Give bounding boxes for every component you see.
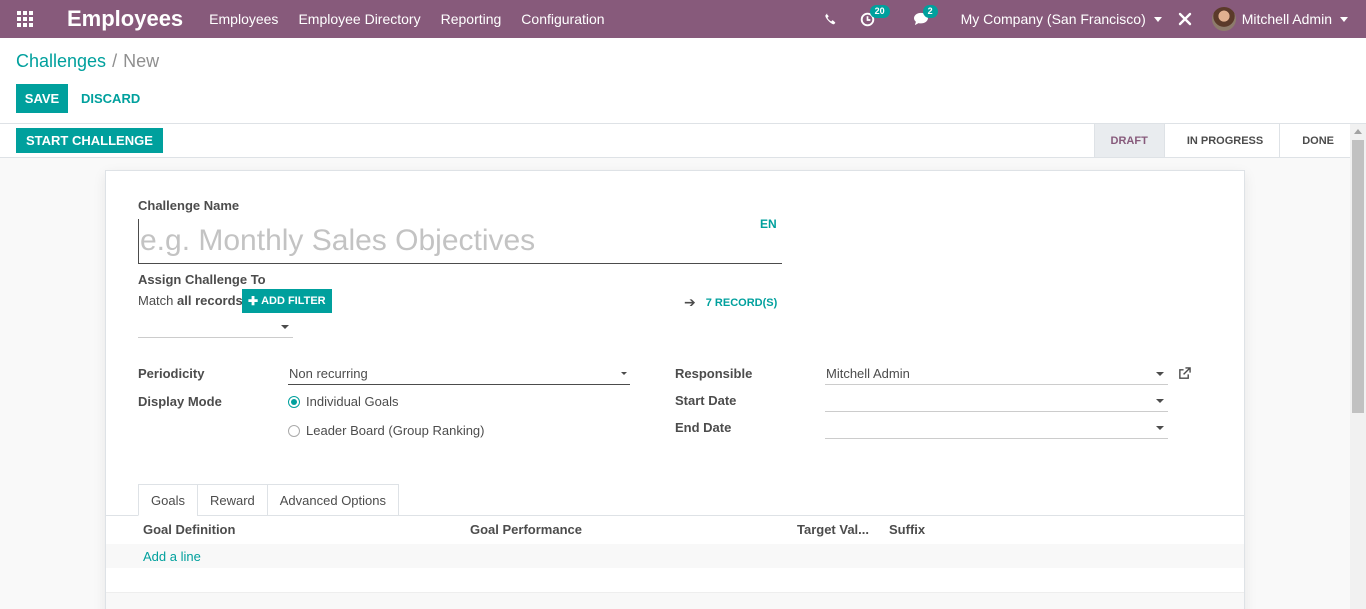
start-date-label: Start Date <box>675 393 737 408</box>
activity-count-badge: 20 <box>869 5 890 18</box>
chat-icon[interactable]: 2 <box>901 0 941 38</box>
domain-editor-select[interactable] <box>138 316 293 338</box>
chevron-down-icon <box>1156 426 1164 430</box>
chevron-down-icon <box>281 325 289 329</box>
table-row <box>106 544 1244 568</box>
breadcrumb-current: New <box>123 51 160 71</box>
match-records-text: Match all records <box>138 293 243 308</box>
add-filter-label: ADD FILTER <box>261 295 326 307</box>
breadcrumb-separator: / <box>112 51 118 71</box>
end-date-field[interactable] <box>825 417 1168 439</box>
add-a-line-link[interactable]: Add a line <box>143 549 201 564</box>
column-goal-definition[interactable]: Goal Definition <box>143 522 235 537</box>
column-target-value[interactable]: Target Val... <box>797 522 869 537</box>
chevron-down-icon <box>1156 399 1164 403</box>
match-prefix: Match <box>138 293 174 308</box>
radio-label: Individual Goals <box>306 394 399 409</box>
scroll-up-arrow-icon[interactable] <box>1354 129 1362 134</box>
column-goal-performance[interactable]: Goal Performance <box>470 522 582 537</box>
chevron-down-icon <box>1156 372 1164 376</box>
save-button[interactable]: SAVE <box>16 84 68 113</box>
radio-leader-board[interactable]: Leader Board (Group Ranking) <box>288 423 485 438</box>
plus-icon: ✚ <box>248 294 259 308</box>
assign-challenge-label: Assign Challenge To <box>138 272 266 287</box>
company-name: My Company (San Francisco) <box>960 11 1146 27</box>
menu-reporting[interactable]: Reporting <box>431 11 512 27</box>
control-panel: Challenges / New SAVE DISCARD <box>0 38 1366 124</box>
chevron-down-icon <box>1153 16 1162 22</box>
periodicity-select[interactable]: Non recurring <box>288 363 630 385</box>
display-mode-label: Display Mode <box>138 394 222 409</box>
radio-label: Leader Board (Group Ranking) <box>306 423 485 438</box>
discard-button[interactable]: DISCARD <box>72 84 149 113</box>
menu-employees[interactable]: Employees <box>199 11 288 27</box>
chevron-down-icon <box>1340 16 1348 22</box>
menu-configuration[interactable]: Configuration <box>511 11 614 27</box>
phone-icon[interactable] <box>812 0 848 38</box>
table-row <box>106 569 1244 593</box>
tab-goals[interactable]: Goals <box>138 484 197 516</box>
menu-employee-directory[interactable]: Employee Directory <box>288 11 430 27</box>
status-bar: START CHALLENGE DRAFT IN PROGRESS DONE <box>0 124 1350 158</box>
tab-reward[interactable]: Reward <box>196 484 267 516</box>
stage-pipeline: DRAFT IN PROGRESS DONE <box>1093 124 1350 157</box>
periodicity-value: Non recurring <box>289 366 368 381</box>
page-scrollbar[interactable] <box>1350 124 1366 609</box>
responsible-select[interactable]: Mitchell Admin <box>825 363 1168 385</box>
breadcrumb-challenges-link[interactable]: Challenges <box>16 51 106 71</box>
radio-dot <box>288 395 300 408</box>
table-row <box>106 593 1244 609</box>
records-count: 7 RECORD(S) <box>705 296 778 309</box>
tab-advanced-options[interactable]: Advanced Options <box>266 484 399 516</box>
end-date-label: End Date <box>675 420 732 435</box>
stage-done[interactable]: DONE <box>1279 124 1350 157</box>
start-date-field[interactable] <box>825 390 1168 412</box>
avatar <box>1211 7 1236 31</box>
start-challenge-button[interactable]: START CHALLENGE <box>16 128 163 153</box>
radio-individual-goals[interactable]: Individual Goals <box>288 394 399 409</box>
language-toggle[interactable]: EN <box>760 217 777 231</box>
apps-grid-icon[interactable] <box>0 0 50 38</box>
stage-in-progress[interactable]: IN PROGRESS <box>1163 124 1279 157</box>
chevron-down-icon <box>621 372 627 375</box>
activity-clock-icon[interactable]: 20 <box>848 0 890 38</box>
challenge-name-input[interactable] <box>138 219 782 264</box>
close-icon[interactable] <box>1174 0 1204 38</box>
app-title[interactable]: Employees <box>50 6 199 32</box>
form-sheet: Challenge Name EN Assign Challenge To Ma… <box>105 170 1245 609</box>
periodicity-label: Periodicity <box>138 366 205 381</box>
user-name: Mitchell Admin <box>1241 11 1332 27</box>
scrollbar-thumb[interactable] <box>1352 140 1364 413</box>
add-filter-button[interactable]: ✚ ADD FILTER <box>242 289 332 313</box>
breadcrumb: Challenges / New <box>16 51 159 72</box>
records-link[interactable]: ➔ 7 RECORD(S) <box>684 294 777 311</box>
top-navbar: Employees Employees Employee Directory R… <box>0 0 1366 38</box>
challenge-name-label: Challenge Name <box>138 198 240 213</box>
match-all-records: all records <box>177 293 243 308</box>
external-link-icon[interactable] <box>1178 367 1191 383</box>
stage-draft[interactable]: DRAFT <box>1093 124 1164 157</box>
message-count-badge: 2 <box>922 5 938 18</box>
responsible-value: Mitchell Admin <box>826 366 910 381</box>
company-switcher[interactable]: My Company (San Francisco) <box>955 11 1174 27</box>
user-menu[interactable]: Mitchell Admin <box>1204 7 1366 31</box>
goals-table-header: Goal Definition Goal Performance Target … <box>106 516 1244 544</box>
notebook-tabs: Goals Reward Advanced Options <box>138 484 399 516</box>
arrow-right-icon: ➔ <box>684 294 696 310</box>
column-suffix[interactable]: Suffix <box>889 522 925 537</box>
responsible-label: Responsible <box>675 366 753 381</box>
radio-dot <box>288 424 300 437</box>
